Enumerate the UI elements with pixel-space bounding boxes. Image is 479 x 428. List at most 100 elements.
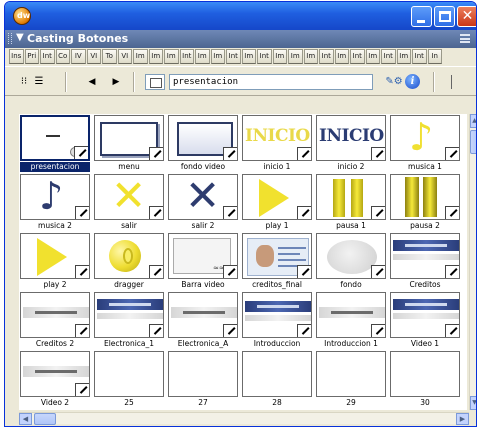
cast-member[interactable]: ✕ salir 2 bbox=[167, 173, 239, 231]
cast-tab[interactable]: Int bbox=[412, 49, 427, 64]
cast-member-thumbnail[interactable] bbox=[316, 292, 386, 338]
cast-member-thumbnail[interactable]: ♪ bbox=[390, 115, 460, 161]
cast-member[interactable]: INICIO inicio 1 bbox=[241, 114, 313, 172]
cast-member-thumbnail[interactable] bbox=[20, 292, 90, 338]
cast-tab[interactable]: Im bbox=[195, 49, 210, 64]
cast-member[interactable]: fondo bbox=[315, 232, 387, 290]
maximize-button[interactable] bbox=[434, 6, 455, 27]
next-member-button[interactable]: ▶ bbox=[111, 74, 121, 90]
vertical-scrollbar[interactable]: ▲ ▼ bbox=[469, 114, 476, 410]
collapse-arrow-icon[interactable]: ▼ bbox=[16, 32, 24, 43]
dw-logo-icon[interactable]: dw bbox=[13, 7, 31, 25]
cast-member[interactable]: pausa 2 bbox=[389, 173, 461, 231]
cast-member-thumbnail[interactable] bbox=[94, 233, 164, 279]
cast-member-thumbnail[interactable] bbox=[242, 233, 312, 279]
cast-member-thumbnail[interactable] bbox=[242, 351, 312, 397]
cast-tab[interactable]: VI bbox=[86, 49, 101, 64]
cast-member-thumbnail[interactable] bbox=[316, 351, 386, 397]
vertical-scroll-thumb[interactable] bbox=[470, 130, 476, 154]
title-bar[interactable]: dw ✕ bbox=[5, 2, 476, 30]
cast-member-thumbnail[interactable] bbox=[390, 292, 460, 338]
cast-member-thumbnail[interactable] bbox=[168, 292, 238, 338]
cast-member-thumbnail[interactable] bbox=[20, 233, 90, 279]
script-cast-icon[interactable]: ✎⚙ bbox=[383, 74, 405, 90]
cast-tab[interactable]: Int bbox=[257, 49, 272, 64]
cast-tab[interactable]: Im bbox=[133, 49, 148, 64]
cast-member-thumbnail[interactable] bbox=[20, 115, 90, 161]
cast-member[interactable]: 25 bbox=[93, 350, 165, 408]
cast-member[interactable]: Creditos 2 bbox=[19, 291, 91, 349]
cast-tab[interactable]: Im bbox=[210, 49, 225, 64]
panel-header[interactable]: ▼ Casting Botones bbox=[5, 30, 476, 48]
cast-member-thumbnail[interactable] bbox=[242, 174, 312, 220]
horizontal-scrollbar[interactable]: ◀ ▶ bbox=[19, 412, 469, 425]
cast-tab[interactable]: In bbox=[427, 49, 442, 64]
cast-member-thumbnail[interactable] bbox=[168, 351, 238, 397]
cast-member[interactable]: ✕ salir bbox=[93, 173, 165, 231]
cast-tab[interactable]: Ins bbox=[9, 49, 24, 64]
scroll-up-icon[interactable]: ▲ bbox=[470, 114, 476, 128]
scroll-right-icon[interactable]: ▶ bbox=[456, 413, 469, 425]
cast-tab[interactable]: Im bbox=[241, 49, 256, 64]
cast-tab[interactable]: Im bbox=[396, 49, 411, 64]
cast-tab[interactable]: Im bbox=[272, 49, 287, 64]
cast-member[interactable]: play 1 bbox=[241, 173, 313, 231]
cast-member[interactable]: pausa 1 bbox=[315, 173, 387, 231]
cast-member-thumbnail[interactable] bbox=[316, 233, 386, 279]
cast-member-thumbnail[interactable] bbox=[390, 174, 460, 220]
cast-member[interactable]: presentacion bbox=[19, 114, 91, 172]
cast-member-thumbnail[interactable] bbox=[20, 351, 90, 397]
cast-member[interactable]: Video 1 bbox=[389, 291, 461, 349]
panel-options-icon[interactable] bbox=[460, 34, 470, 43]
cast-tab[interactable]: IV bbox=[71, 49, 86, 64]
cast-member-thumbnail[interactable]: ✕ bbox=[94, 174, 164, 220]
member-name-input[interactable]: presentacion bbox=[169, 74, 373, 90]
minimize-button[interactable] bbox=[411, 6, 432, 27]
cast-tab[interactable]: Im bbox=[365, 49, 380, 64]
cast-member[interactable]: 27 bbox=[167, 350, 239, 408]
panel-grip-icon[interactable] bbox=[8, 33, 12, 44]
cast-member[interactable]: dragger bbox=[93, 232, 165, 290]
cast-member[interactable]: Introduccion bbox=[241, 291, 313, 349]
cast-tab[interactable]: Int bbox=[179, 49, 194, 64]
cast-member[interactable]: ♪ musica 2 bbox=[19, 173, 91, 231]
cast-member[interactable]: Video 2 bbox=[19, 350, 91, 408]
cast-member[interactable]: Introduccion 1 bbox=[315, 291, 387, 349]
cast-tab[interactable]: Im bbox=[334, 49, 349, 64]
cast-member[interactable]: play 2 bbox=[19, 232, 91, 290]
cast-tab[interactable]: Pri bbox=[24, 49, 39, 64]
cast-member[interactable]: ≈≈ Barra video bbox=[167, 232, 239, 290]
scroll-down-icon[interactable]: ▼ bbox=[470, 396, 476, 410]
cast-member-thumbnail[interactable]: ✕ bbox=[168, 174, 238, 220]
cast-member[interactable]: 30 bbox=[389, 350, 461, 408]
cast-member-thumbnail[interactable] bbox=[168, 115, 238, 161]
cast-tab[interactable]: Im bbox=[148, 49, 163, 64]
cast-member[interactable]: INICIO inicio 2 bbox=[315, 114, 387, 172]
close-button[interactable]: ✕ bbox=[457, 6, 476, 27]
cast-member-thumbnail[interactable] bbox=[94, 292, 164, 338]
horizontal-scroll-thumb[interactable] bbox=[34, 413, 56, 425]
cast-member[interactable]: Electronica_1 bbox=[93, 291, 165, 349]
cast-tab[interactable]: Int bbox=[319, 49, 334, 64]
cast-tab[interactable]: Im bbox=[288, 49, 303, 64]
cast-member-thumbnail[interactable]: INICIO bbox=[242, 115, 312, 161]
scroll-left-icon[interactable]: ◀ bbox=[19, 413, 32, 425]
cast-member-thumbnail[interactable]: ≈≈ bbox=[168, 233, 238, 279]
member-type-icon[interactable] bbox=[145, 74, 165, 90]
cast-member-thumbnail[interactable] bbox=[94, 115, 164, 161]
cast-member[interactable]: fondo video bbox=[167, 114, 239, 172]
cast-tab[interactable]: Im bbox=[303, 49, 318, 64]
cast-tab[interactable]: Co bbox=[55, 49, 70, 64]
cast-tab[interactable]: Im bbox=[164, 49, 179, 64]
list-view-icon[interactable]: ☰ bbox=[32, 74, 46, 90]
cast-tab[interactable]: Int bbox=[226, 49, 241, 64]
cast-member[interactable]: Creditos bbox=[389, 232, 461, 290]
cast-tab[interactable]: VI bbox=[117, 49, 132, 64]
cast-member-thumbnail[interactable] bbox=[390, 233, 460, 279]
cast-member-thumbnail[interactable] bbox=[94, 351, 164, 397]
cast-member-thumbnail[interactable] bbox=[390, 351, 460, 397]
cast-member[interactable]: Electronica_A bbox=[167, 291, 239, 349]
cast-member[interactable]: ♪ musica 1 bbox=[389, 114, 461, 172]
cast-tab[interactable]: Int bbox=[381, 49, 396, 64]
member-info-icon[interactable]: i bbox=[405, 74, 420, 89]
